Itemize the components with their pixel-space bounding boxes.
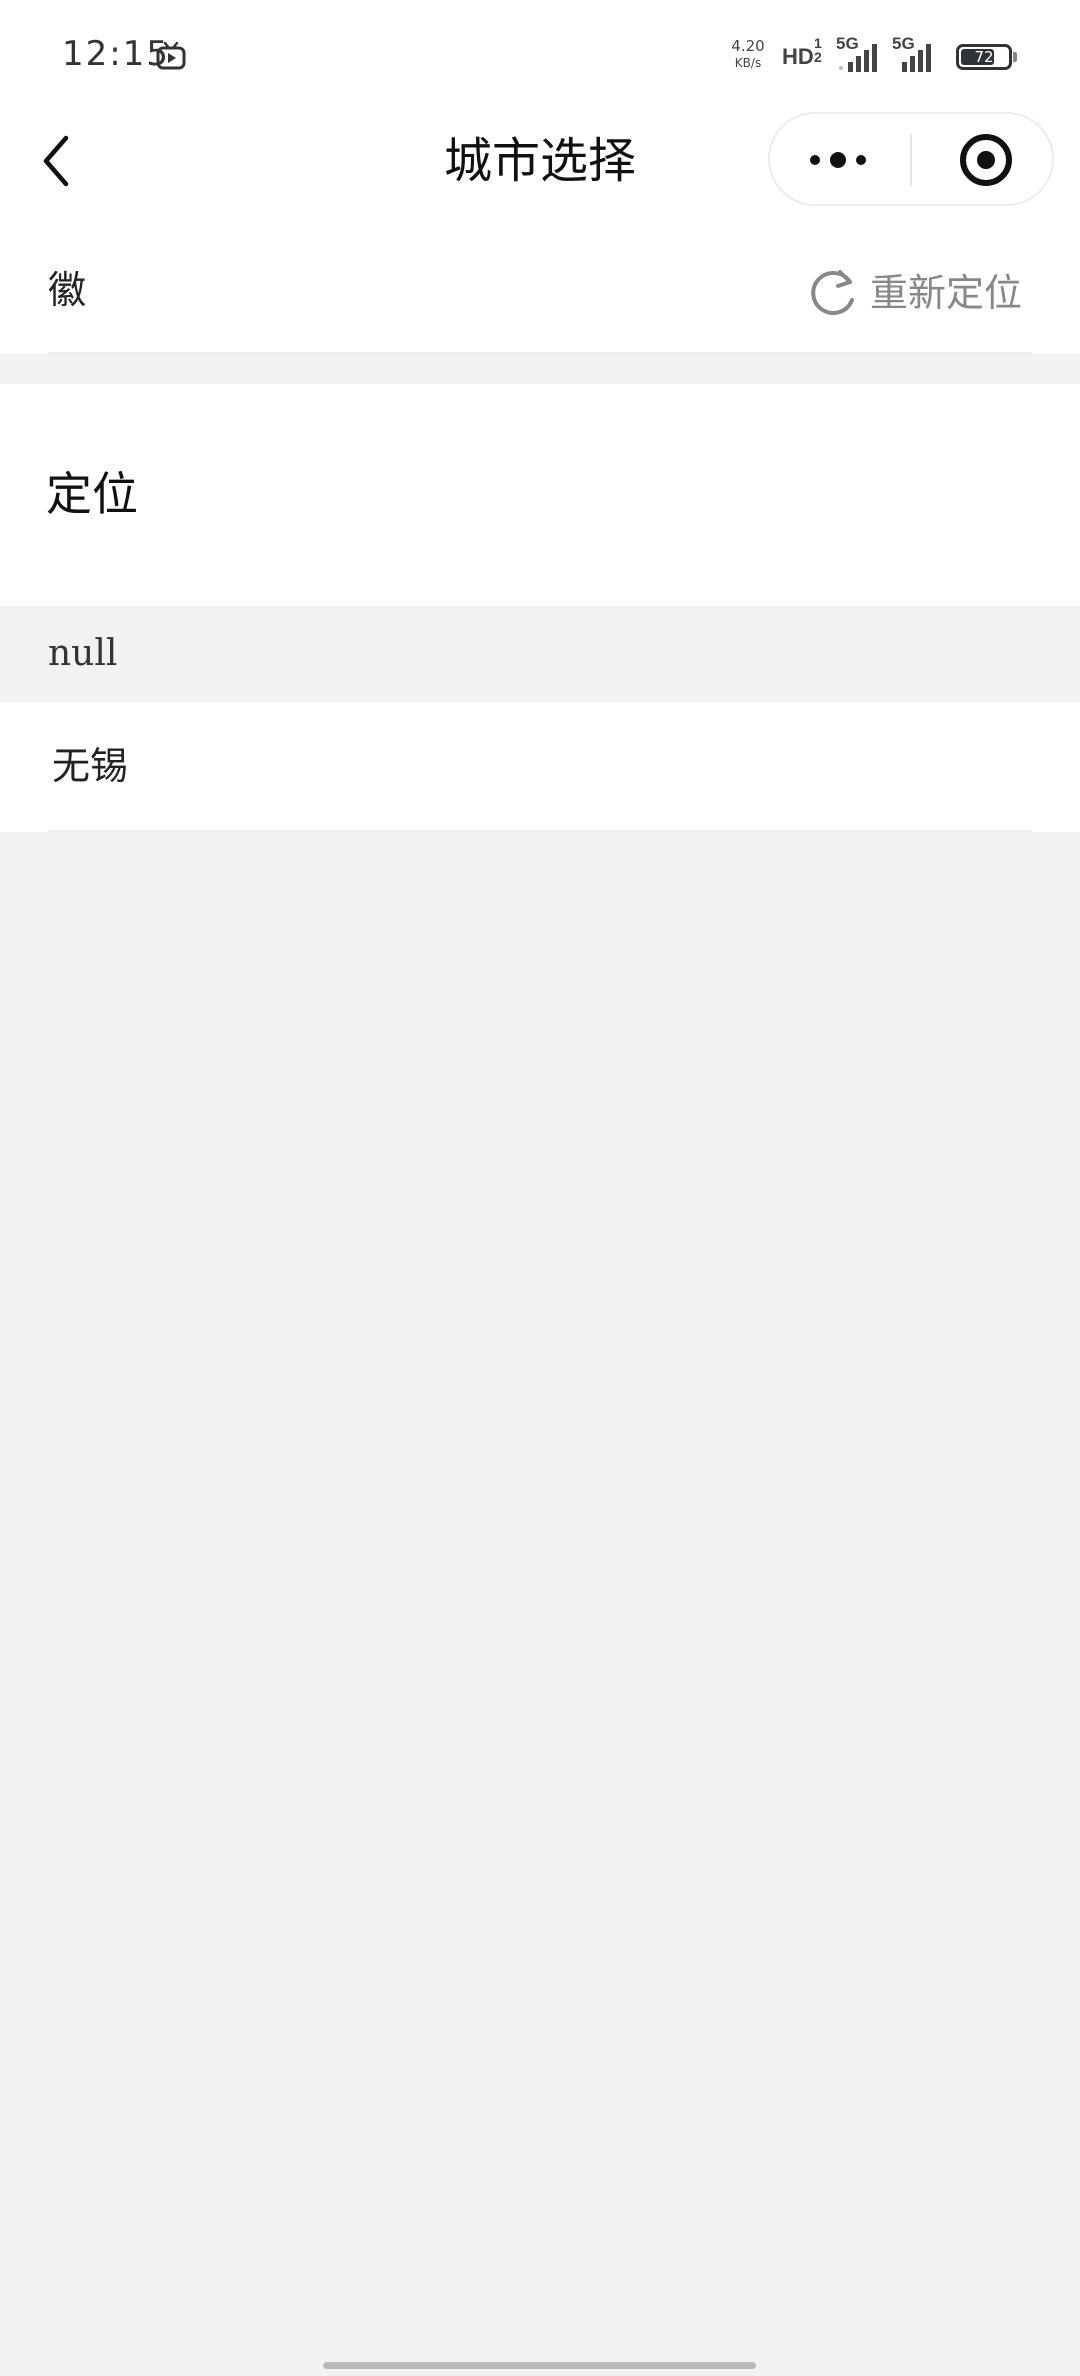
list-item[interactable]: [0, 702, 1080, 832]
divider: [48, 830, 1032, 832]
tv-icon: [156, 42, 186, 70]
network-speed: 4.20 KB/s: [724, 38, 772, 72]
section-title: 定位: [46, 467, 138, 521]
location-section: [0, 384, 1080, 606]
group-label: null: [48, 633, 118, 674]
refresh-icon: [811, 270, 854, 315]
battery-icon: 72: [956, 44, 1012, 70]
back-button[interactable]: [30, 124, 86, 198]
more-dots-icon: [810, 152, 866, 168]
network-speed-value: 4.20: [731, 37, 765, 55]
group-header: [0, 606, 1080, 702]
signal-icon: [839, 44, 877, 72]
relocate-button[interactable]: 重新定位: [806, 258, 1036, 328]
more-button[interactable]: [790, 128, 890, 192]
close-miniprogram-button[interactable]: [944, 128, 1028, 192]
page-title: 城市选择: [443, 133, 636, 189]
city-name[interactable]: 无锡: [52, 730, 128, 802]
battery-cap: [1013, 52, 1017, 62]
relocate-label: 重新定位: [870, 271, 1023, 315]
capsule-divider: [910, 134, 912, 186]
signal-icon: [902, 44, 931, 72]
status-time: 12:15: [62, 34, 170, 74]
home-indicator[interactable]: [323, 2362, 756, 2369]
hd-sub: 1 2: [814, 35, 822, 65]
current-city: 徽: [48, 268, 87, 312]
battery-level: 72: [974, 48, 994, 66]
target-icon: [960, 134, 1012, 186]
divider: [48, 352, 1032, 354]
hd-label: HD: [782, 44, 814, 69]
chevron-left-icon: [43, 135, 69, 187]
network-speed-unit: KB/s: [734, 56, 762, 70]
